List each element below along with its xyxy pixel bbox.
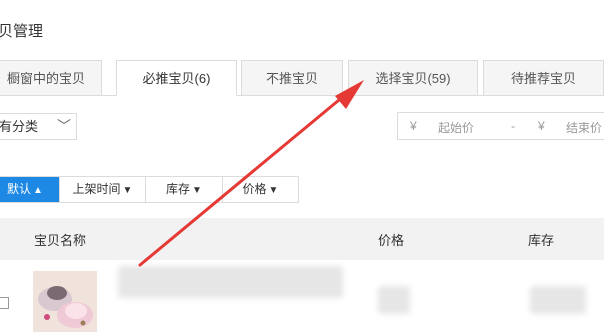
annotation-arrow: [138, 80, 364, 267]
